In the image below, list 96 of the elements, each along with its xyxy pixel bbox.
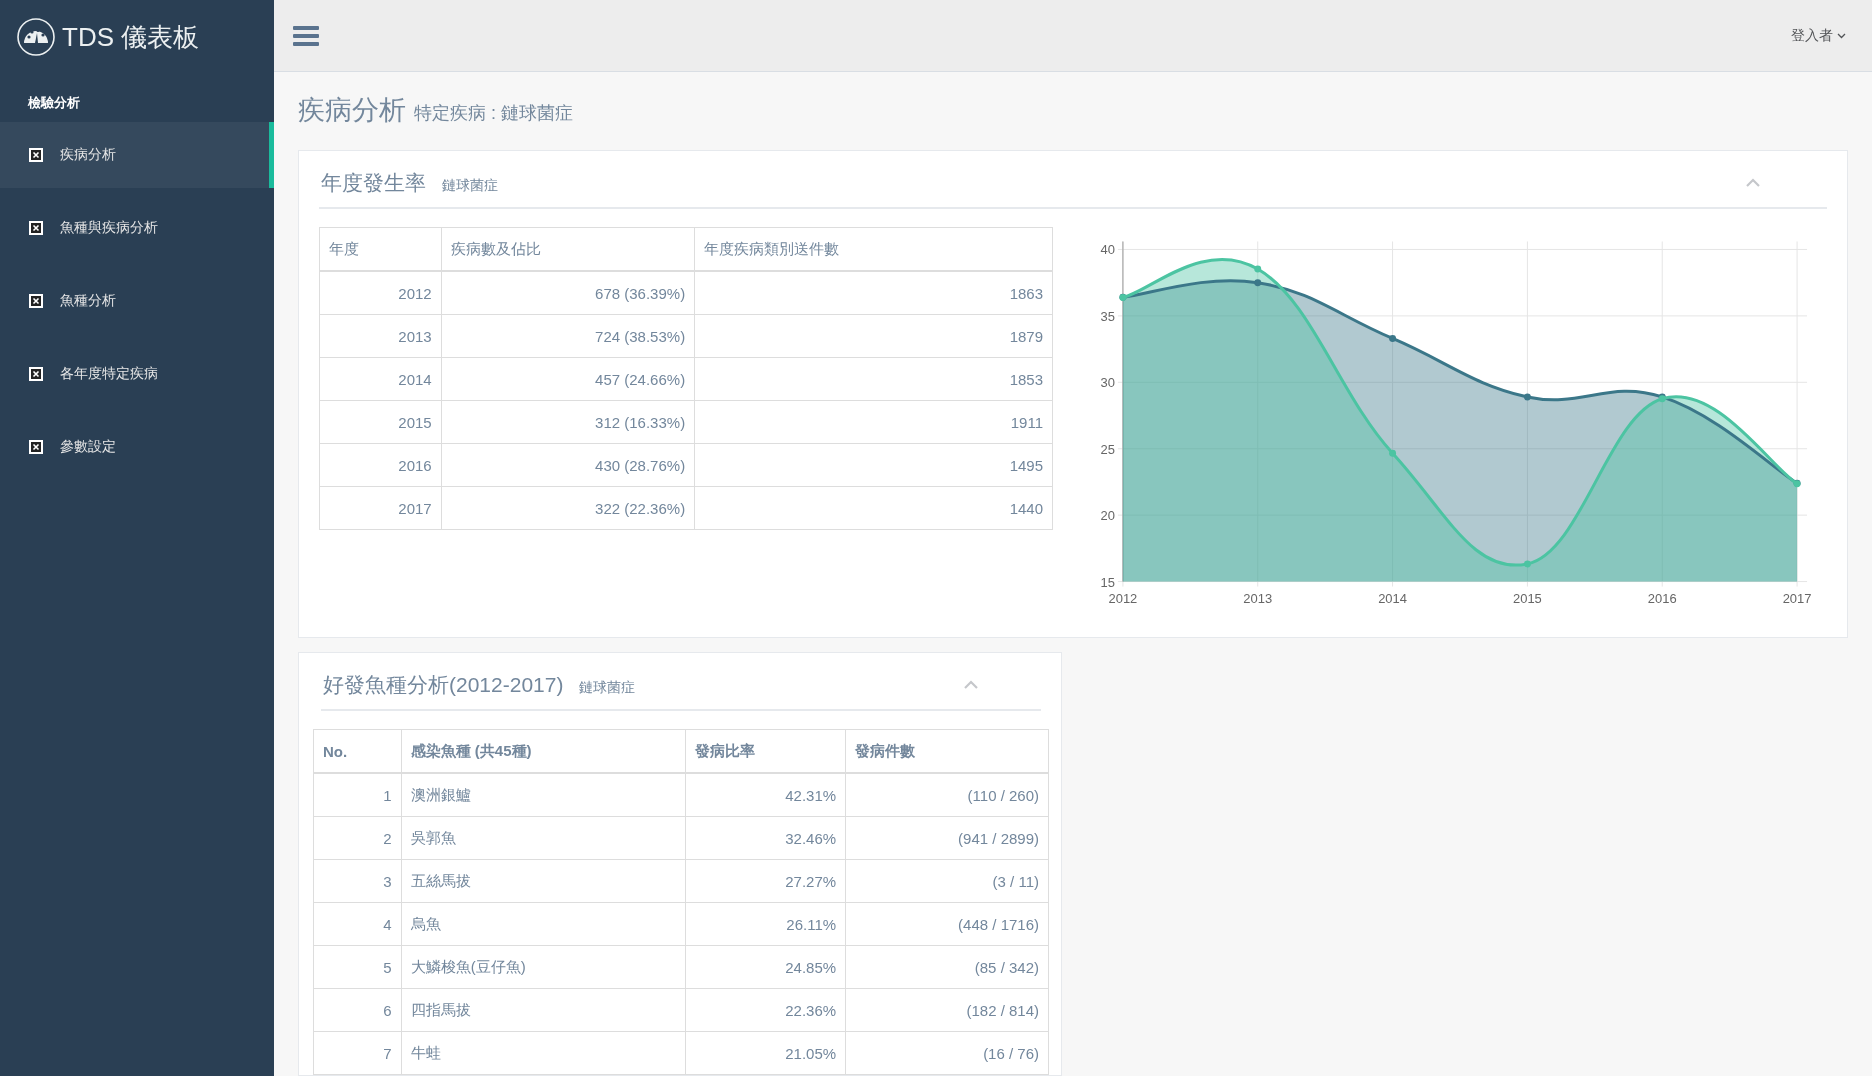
table-cell: 5 [313, 945, 402, 989]
table-cell: 1 [313, 773, 402, 817]
panel-subtitle: 鏈球菌症 [579, 679, 636, 697]
table-cell: 322 (22.36%) [441, 486, 695, 530]
table-cell: 烏魚 [401, 902, 686, 946]
table-cell: 大鱗梭魚(豆仔魚) [401, 945, 686, 989]
table-cell: (941 / 2899) [845, 816, 1049, 860]
chart-point [1389, 335, 1397, 342]
sidebar-item[interactable]: 魚種分析 [0, 268, 274, 334]
table-cell: 1495 [694, 443, 1053, 487]
table-cell: 7 [313, 1031, 402, 1075]
sidebar-item[interactable]: 各年度特定疾病 [0, 341, 274, 407]
axis-label: 2015 [1513, 591, 1542, 607]
table-cell: 1911 [694, 400, 1053, 444]
table-cell: (3 / 11) [845, 859, 1049, 903]
column-header: 感染魚種 (共45種) [401, 729, 686, 773]
axis-label: 2017 [1782, 591, 1812, 607]
broken-image-icon [28, 293, 44, 309]
table-cell: 2013 [319, 314, 442, 358]
table-cell: (110 / 260) [845, 773, 1049, 817]
panel-subtitle: 鏈球菌症 [442, 177, 498, 195]
axis-label: 20 [1100, 508, 1115, 524]
table-cell: 2016 [319, 443, 442, 487]
chart-point [1254, 279, 1262, 287]
table-cell: (448 / 1716) [845, 902, 1049, 946]
table-cell: (182 / 814) [845, 988, 1049, 1032]
table-cell: 724 (38.53%) [441, 314, 695, 358]
menu-icon[interactable] [292, 23, 320, 48]
table-cell: 吳郭魚 [401, 816, 686, 860]
page-subtitle: 特定疾病 : 鏈球菌症 [414, 102, 573, 125]
column-header: 發病件數 [845, 729, 1049, 773]
table-cell: 1853 [694, 357, 1053, 401]
axis-label: 25 [1100, 441, 1115, 457]
table-cell: 2017 [319, 486, 442, 530]
table-cell: 2012 [319, 271, 442, 315]
section-heading: 檢驗分析 [26, 94, 81, 112]
collapse-icon[interactable] [963, 680, 979, 690]
column-header: 年度疾病類別送件數 [694, 227, 1053, 271]
column-header: 疾病數及佔比 [441, 227, 695, 271]
table-cell: 1879 [694, 314, 1053, 358]
user-menu[interactable]: 登入者 [1785, 25, 1852, 46]
table-cell: (85 / 342) [845, 945, 1049, 989]
table-cell: 4 [313, 902, 402, 946]
table-cell: 2 [313, 816, 402, 860]
brand-title: TDS 儀表板 [62, 20, 200, 54]
axis-label: 2012 [1108, 591, 1138, 607]
chart-point [1254, 265, 1262, 273]
page-title: 疾病分析 [298, 94, 406, 127]
table-cell: 32.46% [685, 816, 846, 860]
table-cell: 四指馬拔 [401, 988, 686, 1032]
sidebar-item[interactable]: 疾病分析 [0, 122, 274, 188]
table-cell: 21.05% [685, 1031, 846, 1075]
collapse-icon[interactable] [1745, 178, 1761, 188]
axis-label: 2016 [1647, 591, 1677, 607]
axis-label: 2014 [1378, 591, 1407, 607]
caret-icon [1837, 32, 1846, 39]
table-cell: 27.27% [685, 859, 846, 903]
sidebar-item[interactable]: 魚種與疾病分析 [0, 195, 274, 261]
table-cell: (16 / 76) [845, 1031, 1049, 1075]
table-cell: 312 (16.33%) [441, 400, 695, 444]
chart-point [1389, 449, 1397, 457]
axis-label: 30 [1100, 375, 1115, 391]
table-cell: 22.36% [685, 988, 846, 1032]
column-header: 發病比率 [685, 729, 846, 773]
table-cell: 牛蛙 [401, 1031, 686, 1075]
axis-label: 40 [1100, 242, 1115, 258]
axis-label: 2013 [1243, 591, 1273, 607]
column-header: 年度 [319, 227, 442, 271]
table-cell: 430 (28.76%) [441, 443, 695, 487]
table-cell: 26.11% [685, 902, 846, 946]
panel-title: 年度發生率 [321, 170, 426, 196]
table-cell: 678 (36.39%) [441, 271, 695, 315]
broken-image-icon [28, 366, 44, 382]
column-header: No. [313, 729, 402, 773]
table-cell: 2015 [319, 400, 442, 444]
chart-point [1793, 480, 1801, 488]
axis-label: 15 [1100, 574, 1115, 590]
broken-image-icon [28, 147, 44, 163]
panel-title: 好發魚種分析(2012-2017) [323, 672, 564, 698]
table-cell: 五絲馬拔 [401, 859, 686, 903]
table-cell: 3 [313, 859, 402, 903]
broken-image-icon [28, 220, 44, 236]
chart-point [1523, 393, 1531, 401]
table-cell: 457 (24.66%) [441, 357, 695, 401]
axis-label: 35 [1100, 308, 1115, 324]
table-cell: 6 [313, 988, 402, 1032]
gauge-logo-icon [16, 17, 56, 57]
broken-image-icon [28, 439, 44, 455]
chart-point [1523, 560, 1531, 568]
table-cell: 2014 [319, 357, 442, 401]
table-cell: 澳洲銀鱸 [401, 773, 686, 817]
table-cell: 42.31% [685, 773, 846, 817]
table-cell: 24.85% [685, 945, 846, 989]
sidebar-item[interactable]: 參數設定 [0, 414, 274, 480]
table-cell: 1440 [694, 486, 1053, 530]
table-cell: 1863 [694, 271, 1053, 315]
